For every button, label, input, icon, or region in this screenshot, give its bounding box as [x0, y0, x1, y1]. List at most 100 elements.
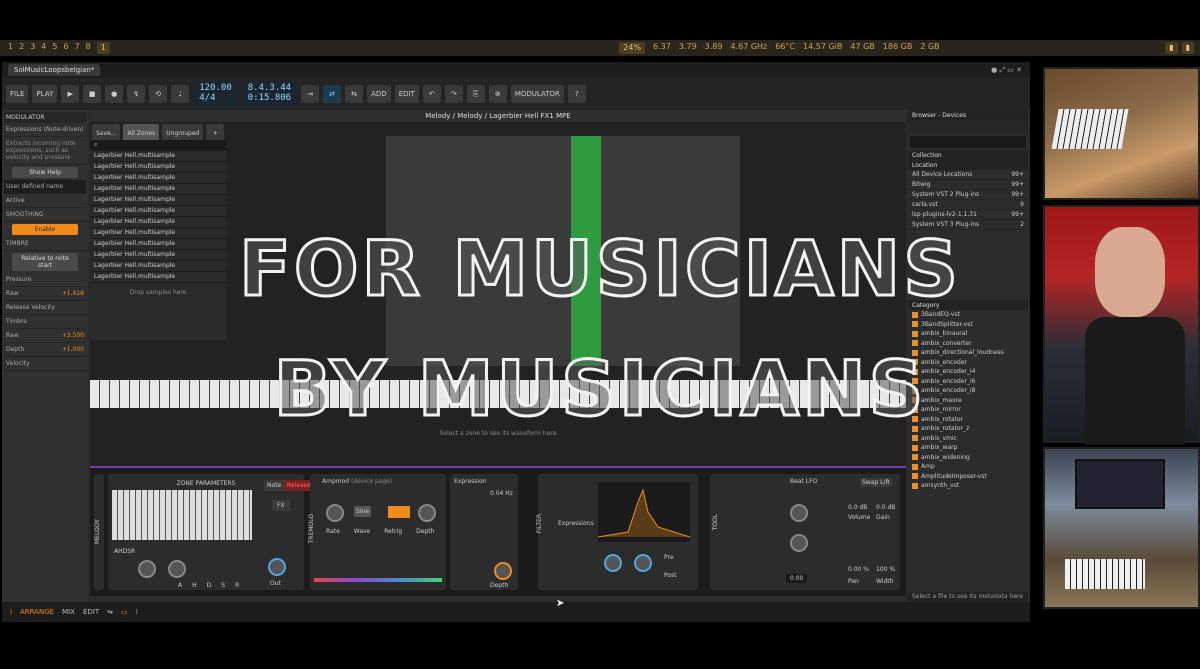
workspace-7[interactable]: 7: [75, 42, 80, 54]
list-item[interactable]: Lagerbier Hell.multisample: [90, 162, 226, 173]
panel-toggle-icon[interactable]: ⇋: [107, 608, 113, 616]
decay-knob[interactable]: [168, 560, 186, 578]
user-name-field[interactable]: User defined name: [4, 180, 86, 194]
play-menu-button[interactable]: PLAY: [32, 85, 58, 103]
location-row[interactable]: lsp-plugins-lv2-1.1.31 99+: [908, 210, 1028, 220]
filter-knob-2[interactable]: [634, 554, 652, 572]
lfo-depth-knob[interactable]: [494, 562, 512, 580]
depth-knob[interactable]: [418, 504, 436, 522]
lfo-rate[interactable]: 0.04 Hz: [490, 490, 513, 497]
tray-icon-2[interactable]: ▮: [1181, 42, 1194, 54]
grid-icon[interactable]: ⁞: [136, 608, 138, 616]
pre-label[interactable]: Pre: [664, 554, 674, 561]
post-label[interactable]: Post: [664, 572, 677, 579]
ahdsr-label[interactable]: AHDSR: [114, 548, 135, 555]
zone-search[interactable]: ⌕: [90, 140, 226, 151]
note-button[interactable]: Note: [264, 480, 285, 491]
link-icon[interactable]: ⇄: [323, 85, 342, 103]
loop-icon[interactable]: ⟲: [149, 85, 168, 103]
browser-tabs[interactable]: [908, 120, 1028, 134]
workspace-2[interactable]: 2: [19, 42, 24, 54]
list-item[interactable]: Amp: [908, 462, 1028, 472]
copy-icon[interactable]: ⎘: [466, 85, 485, 103]
gain-value[interactable]: 0.0 dB: [876, 504, 895, 511]
workspace-8[interactable]: 8: [86, 42, 91, 54]
undo-icon[interactable]: ↶: [422, 85, 441, 103]
browser-search[interactable]: [910, 136, 1026, 148]
location-name: carla.vst: [912, 201, 938, 208]
automation-icon[interactable]: ↯: [127, 85, 146, 103]
list-item[interactable]: ambix_widening: [908, 453, 1028, 463]
workspace-6[interactable]: 6: [63, 42, 68, 54]
workspace-1[interactable]: 1: [8, 42, 13, 54]
list-item[interactable]: ambix_warp: [908, 443, 1028, 453]
project-tabs: SolMusicLoopsbelgian* ● ⤢ ▭ ✕: [2, 62, 1030, 78]
list-item[interactable]: ambix_vmic: [908, 434, 1028, 444]
location-row[interactable]: System VST 2 Plug-ins 99+: [908, 190, 1028, 200]
workspace-current[interactable]: 1: [96, 42, 110, 54]
lfo-depth-label: Depth: [490, 582, 509, 589]
play-icon[interactable]: ▶: [61, 85, 80, 103]
info-icon[interactable]: i: [10, 608, 12, 616]
list-item[interactable]: 3BandSplitter-vst: [908, 320, 1028, 330]
retrig-toggle[interactable]: [388, 506, 410, 518]
workspace-5[interactable]: 5: [52, 42, 57, 54]
pan-value[interactable]: 0.00 %: [848, 566, 869, 573]
record-icon[interactable]: ●: [105, 85, 124, 103]
time-signature: 4/4: [199, 93, 216, 103]
beat-lfo-knob-2[interactable]: [790, 534, 808, 552]
window-controls[interactable]: ● ⤢ ▭ ✕: [991, 66, 1022, 75]
arrange-tab[interactable]: ARRANGE: [20, 608, 54, 616]
item-label: amsynth_vst: [921, 482, 960, 490]
list-item[interactable]: Lagerbier Hell.multisample: [90, 151, 226, 162]
collection-header[interactable]: Collection: [908, 150, 1028, 160]
out-knob[interactable]: [268, 558, 286, 576]
location-row[interactable]: Bitwig 99+: [908, 180, 1028, 190]
workspace-4[interactable]: 4: [41, 42, 46, 54]
project-tab[interactable]: SolMusicLoopsbelgian*: [8, 64, 101, 76]
workspace-3[interactable]: 3: [30, 42, 35, 54]
list-item[interactable]: Lagerbier Hell.multisample: [90, 206, 226, 217]
list-item[interactable]: Lagerbier Hell.multisample: [90, 173, 226, 184]
list-item[interactable]: Lagerbier Hell.multisample: [90, 184, 226, 195]
metronome-icon[interactable]: ♩: [171, 85, 190, 103]
volume-value[interactable]: 0.0 dB: [848, 504, 867, 511]
fx-button[interactable]: FX: [272, 500, 290, 511]
redo-icon[interactable]: ↷: [444, 85, 463, 103]
edit-tab[interactable]: EDIT: [83, 608, 99, 616]
location-header[interactable]: Location: [908, 160, 1028, 170]
tray-icon[interactable]: ▮: [1165, 42, 1178, 54]
list-item[interactable]: AmplitudeImposer-vst: [908, 472, 1028, 482]
wave-select[interactable]: Sine: [354, 506, 371, 517]
timbre-raw-row[interactable]: Raw +3.500: [4, 329, 86, 343]
mix-tab[interactable]: MIX: [62, 608, 75, 616]
tempo-display[interactable]: 120.00 4/4: [193, 81, 238, 107]
delete-icon[interactable]: ⊗: [488, 85, 507, 103]
list-item[interactable]: Lagerbier Hell.multisample: [90, 195, 226, 206]
location-row[interactable]: carla.vst 9: [908, 200, 1028, 210]
list-item[interactable]: ambix_binaural: [908, 329, 1028, 339]
location-row[interactable]: All Device Locations 99+: [908, 170, 1028, 180]
edit-button[interactable]: EDIT: [394, 85, 419, 103]
layout-icon[interactable]: ▭: [121, 608, 128, 616]
overdub-icon[interactable]: ⇆: [345, 85, 364, 103]
attack-knob[interactable]: [138, 560, 156, 578]
show-help-button[interactable]: Show Help: [12, 167, 78, 178]
width-value[interactable]: 100 %: [876, 566, 895, 573]
file-button[interactable]: FILE: [6, 85, 29, 103]
modulator-button[interactable]: MODULATOR: [510, 85, 564, 103]
list-item[interactable]: amsynth_vst: [908, 481, 1028, 491]
active-toggle[interactable]: Active: [4, 194, 86, 208]
stop-icon[interactable]: ■: [83, 85, 102, 103]
rate-knob[interactable]: [326, 504, 344, 522]
filter-display[interactable]: [597, 482, 691, 542]
beat-lfo-knob-1[interactable]: [790, 504, 808, 522]
mini-keyboard[interactable]: [112, 490, 252, 540]
position-display[interactable]: 8.4.3.44 0:15.806: [241, 81, 298, 107]
filter-knob-1[interactable]: [604, 554, 622, 572]
add-button[interactable]: ADD: [367, 85, 391, 103]
lfo-amount[interactable]: 0.00: [786, 574, 808, 583]
punch-icon[interactable]: ⇥: [301, 85, 320, 103]
swap-button[interactable]: Swap L/R: [860, 478, 892, 487]
help-icon[interactable]: ?: [567, 85, 586, 103]
